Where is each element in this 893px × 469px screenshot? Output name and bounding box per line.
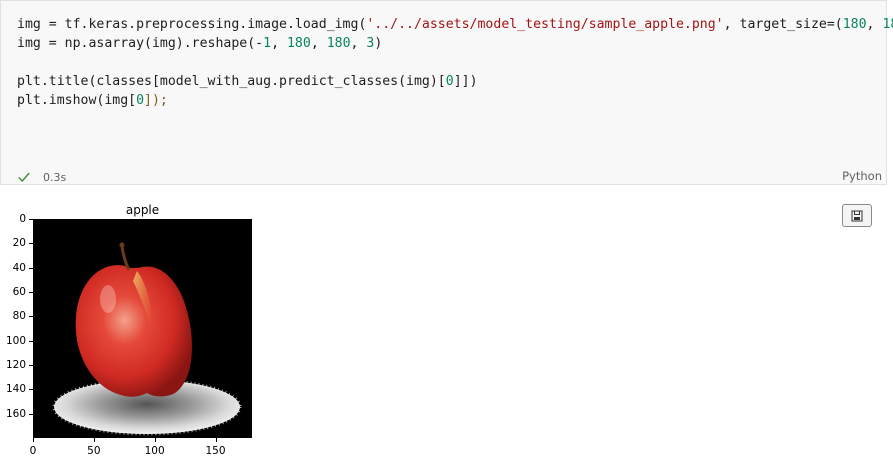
language-label[interactable]: Python	[842, 169, 882, 183]
y-tick-label: 80	[12, 310, 26, 323]
y-tick-label: 40	[12, 261, 26, 274]
code-token: , target_size=(	[723, 17, 843, 32]
y-tick-mark	[29, 413, 33, 415]
code-line[interactable]: plt.title(classes[model_with_aug.predict…	[17, 72, 893, 91]
apple-body	[75, 265, 192, 397]
code-token: img = tf.keras.preprocessing.image.load_…	[17, 17, 367, 32]
code-token: ]);	[144, 93, 168, 108]
y-tick-label: 120	[5, 359, 26, 371]
x-tick-mark	[154, 438, 156, 442]
code-line[interactable]: plt.imshow(img[0]);	[17, 91, 893, 110]
y-tick-label: 60	[12, 286, 26, 298]
x-tick-mark	[33, 438, 34, 442]
save-output-button[interactable]	[842, 204, 872, 227]
y-tick-label: 100	[5, 334, 26, 347]
y-tick-mark	[29, 267, 33, 269]
x-tick-mark	[215, 438, 217, 442]
code-token: ,	[350, 36, 367, 51]
code-token: '../../assets/model_testing/sample_apple…	[366, 17, 724, 32]
y-tick-label: 140	[5, 383, 26, 396]
x-tick-label: 50	[87, 445, 101, 457]
y-tick-mark	[29, 316, 33, 318]
code-token: 180	[882, 17, 893, 32]
y-tick-mark	[29, 365, 33, 366]
execution-time: 0.3s	[43, 170, 67, 184]
code-token: ,	[271, 36, 287, 51]
image-axes	[33, 219, 252, 438]
save-icon	[851, 210, 863, 221]
y-tick-mark	[29, 219, 33, 220]
y-tick-mark	[29, 389, 33, 391]
apple-image	[52, 242, 242, 436]
code-token: img = np.asarray(img).reshape(-	[17, 36, 264, 51]
y-tick-mark	[29, 292, 33, 293]
code-cell[interactable]: img = tf.keras.preprocessing.image.load_…	[0, 0, 893, 185]
code-token: 0	[445, 74, 454, 89]
code-token: )	[374, 36, 383, 51]
y-tick-label: 20	[12, 237, 26, 250]
y-tick-mark	[29, 243, 33, 245]
code-token: 180	[842, 17, 867, 32]
x-tick-label: 150	[205, 445, 226, 457]
code-editor[interactable]: img = tf.keras.preprocessing.image.load_…	[17, 15, 893, 110]
y-tick-label: 0	[19, 213, 26, 225]
code-token: 0	[136, 93, 145, 108]
y-tick-label: 160	[5, 407, 26, 420]
x-tick-label: 0	[29, 445, 37, 457]
code-token: ,	[866, 17, 883, 32]
x-tick-label: 100	[144, 445, 165, 457]
code-token: 180	[326, 36, 351, 51]
code-token: ]])	[453, 74, 478, 89]
x-tick-mark	[93, 438, 95, 442]
code-token: plt.imshow(img[	[17, 93, 137, 108]
code-line[interactable]	[17, 53, 893, 72]
code-token: ,	[310, 36, 327, 51]
code-line[interactable]: img = tf.keras.preprocessing.image.load_…	[17, 15, 893, 34]
plot-title: apple	[125, 203, 160, 217]
code-token: plt.title(classes[model_with_aug.predict…	[17, 74, 446, 89]
code-line[interactable]: img = np.asarray(img).reshape(-1, 180, 1…	[17, 34, 893, 53]
code-token: 1	[263, 36, 272, 51]
execution-status: 0.3s	[17, 169, 66, 185]
checkmark-icon	[18, 172, 30, 182]
code-token: 180	[286, 36, 311, 51]
y-tick-mark	[29, 340, 33, 342]
